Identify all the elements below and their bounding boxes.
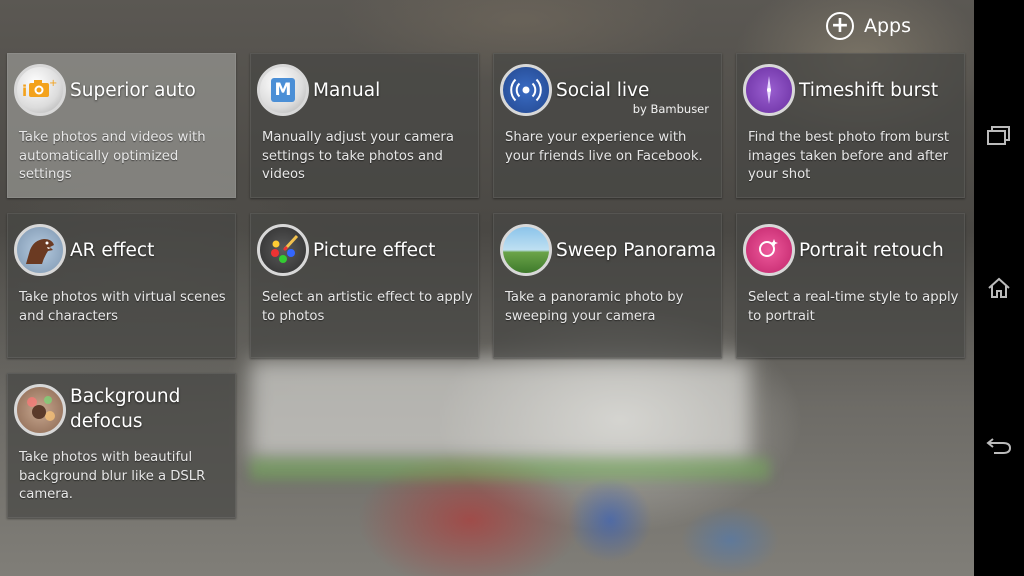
mode-tile-timeshift-burst[interactable]: Timeshift burst Find the best photo from… [736, 53, 965, 198]
tile-title: Social live [556, 80, 650, 101]
panorama-icon [500, 224, 552, 276]
mode-tile-ar-effect[interactable]: AR effect Take photos with virtual scene… [7, 213, 236, 358]
tile-description: Select a real-time style to apply to por… [748, 290, 959, 324]
viewfinder-blur-panel [250, 360, 750, 460]
tile-title: Sweep Panorama [556, 240, 717, 261]
apps-label: Apps [864, 15, 912, 37]
broadcast-icon [500, 64, 552, 116]
tile-title: Timeshift burst [799, 80, 939, 101]
tile-description: Manually adjust your camera settings to … [262, 130, 454, 182]
back-button[interactable] [984, 430, 1014, 460]
tile-title: AR effect [70, 240, 155, 261]
tile-title: Superior auto [70, 80, 196, 101]
manual-letter: M [271, 78, 295, 102]
svg-text:i: i [22, 82, 27, 100]
mode-tile-social-live[interactable]: Social live by Bambuser Share your exper… [493, 53, 722, 198]
tile-description: Take photos and videos with automaticall… [19, 130, 206, 182]
tile-description: Take photos with beautiful background bl… [19, 450, 206, 502]
home-icon [988, 277, 1010, 298]
system-navigation-bar [974, 0, 1024, 576]
tile-title: Manual [313, 80, 381, 101]
mode-tile-background-defocus[interactable]: Background defocus Take photos with beau… [7, 373, 236, 518]
apps-button[interactable]: + Apps [826, 8, 911, 44]
portrait-retouch-icon [743, 224, 795, 276]
manual-icon: M [257, 64, 309, 116]
svg-text:+: + [49, 78, 57, 89]
tile-title: Portrait retouch [799, 240, 944, 261]
timeshift-burst-icon [743, 64, 795, 116]
mode-tile-picture-effect[interactable]: Picture effect Select an artistic effect… [250, 213, 479, 358]
mode-tile-superior-auto[interactable]: i + Superior auto Take photos and videos… [7, 53, 236, 198]
tile-description: Take photos with virtual scenes and char… [19, 290, 226, 324]
plus-circle-icon: + [826, 12, 854, 40]
mode-tile-manual[interactable]: M Manual Manually adjust your camera set… [250, 53, 479, 198]
superior-auto-icon: i + [14, 64, 66, 116]
recent-apps-button[interactable] [984, 120, 1014, 150]
back-arrow-icon [986, 438, 1012, 454]
tile-description: Find the best photo from burst images ta… [748, 130, 950, 182]
tile-description: Take a panoramic photo by sweeping your … [505, 290, 684, 324]
mode-tile-portrait-retouch[interactable]: Portrait retouch Select a real-time styl… [736, 213, 965, 358]
dinosaur-icon [14, 224, 66, 276]
home-button[interactable] [984, 273, 1014, 303]
mode-tile-sweep-panorama[interactable]: Sweep Panorama Take a panoramic photo by… [493, 213, 722, 358]
top-bar: + Apps [0, 0, 974, 52]
tile-title: Background defocus [70, 386, 181, 432]
recent-apps-icon [987, 126, 1010, 145]
tile-description: Share your experience with your friends … [505, 130, 703, 164]
viewfinder-blur-strip [250, 458, 770, 480]
tile-title: Picture effect [313, 240, 436, 261]
background-defocus-icon [14, 384, 66, 436]
tile-subtitle: by Bambuser [632, 102, 709, 116]
tile-description: Select an artistic effect to apply to ph… [262, 290, 473, 324]
paint-palette-icon [257, 224, 309, 276]
